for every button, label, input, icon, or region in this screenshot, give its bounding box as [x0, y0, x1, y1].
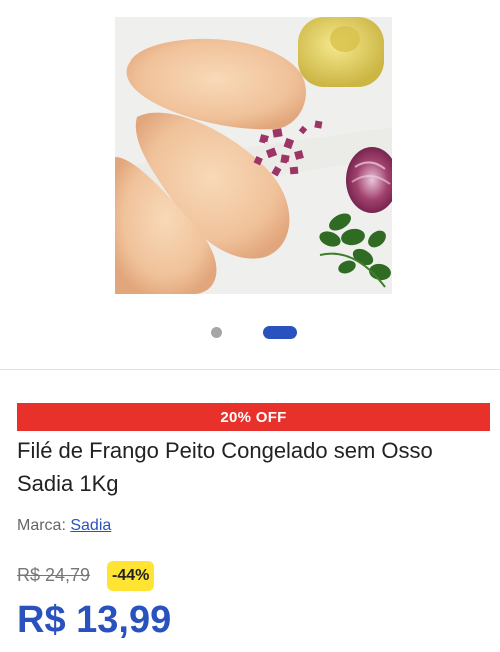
brand-label: Marca:	[17, 517, 66, 534]
product-title: Filé de Frango Peito Congelado sem Osso …	[17, 438, 433, 496]
current-price: R$ 13,99	[17, 599, 172, 641]
product-gallery	[0, 0, 500, 370]
pagination-dot-2-active[interactable]	[263, 326, 297, 339]
discount-banner: 20% OFF	[17, 403, 490, 431]
product-image[interactable]	[115, 17, 392, 294]
pagination-dot-1[interactable]	[211, 327, 222, 338]
old-price: R$ 24,79	[17, 565, 91, 585]
section-divider	[0, 369, 500, 370]
brand-link[interactable]: Sadia	[70, 517, 111, 534]
gallery-pagination	[0, 324, 500, 340]
discount-percent-badge: -44%	[107, 561, 155, 591]
brand-line: Marca: Sadia	[17, 517, 111, 535]
chicken-breast-photo	[115, 17, 392, 294]
